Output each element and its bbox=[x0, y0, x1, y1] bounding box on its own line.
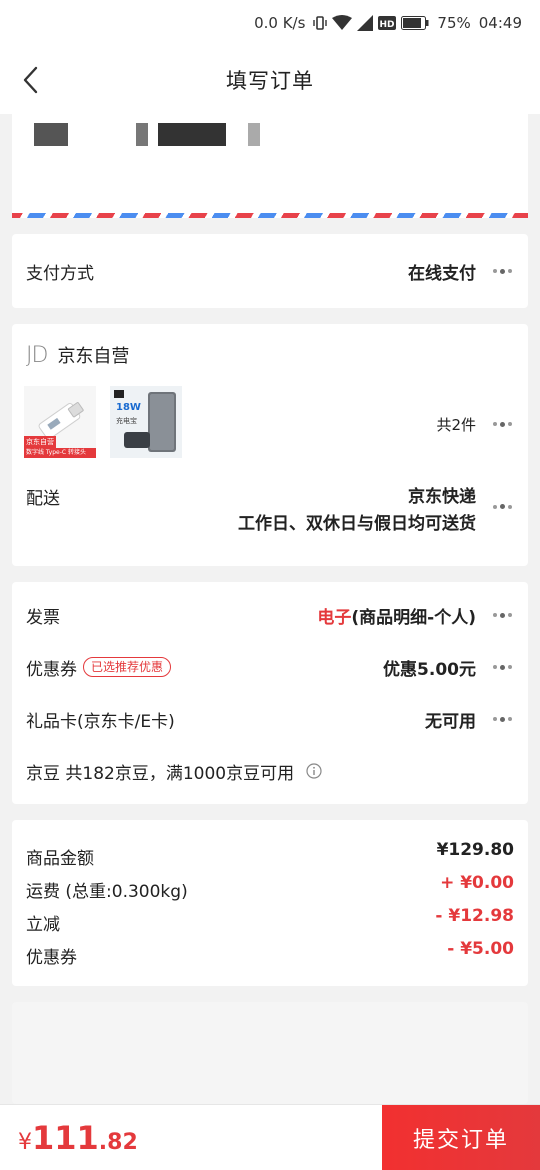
info-icon[interactable] bbox=[306, 763, 322, 779]
shipping-label: 运费 (总重:0.300kg) bbox=[26, 882, 188, 902]
redacted-block bbox=[34, 123, 68, 146]
signal-icon bbox=[357, 15, 374, 31]
more-dots-icon[interactable] bbox=[490, 612, 514, 618]
payment-value: 在线支付 bbox=[408, 263, 476, 284]
battery-level: 75% bbox=[437, 14, 471, 32]
network-speed: 0.0 K/s bbox=[254, 14, 306, 32]
chevron-left-icon bbox=[23, 66, 38, 94]
more-dots-icon[interactable] bbox=[490, 504, 514, 509]
coupon-label: 优惠券 bbox=[26, 659, 77, 680]
more-dots-icon[interactable] bbox=[490, 716, 514, 722]
status-bar: 0.0 K/s HD 75% 04:49 bbox=[0, 0, 540, 46]
airmail-stripe bbox=[12, 213, 528, 218]
wifi-icon bbox=[332, 15, 353, 30]
summary-coupon: 优惠券 - ¥5.00 bbox=[26, 939, 514, 968]
nav-bar: 填写订单 bbox=[0, 46, 540, 114]
gift-card-label: 礼品卡(京东卡/E卡) bbox=[26, 711, 175, 732]
jd-logo: JD bbox=[26, 342, 48, 368]
clock: 04:49 bbox=[478, 14, 522, 32]
svg-text:HD: HD bbox=[380, 20, 395, 30]
redacted-block bbox=[248, 123, 260, 146]
redacted-block bbox=[158, 123, 226, 146]
product-caption: 数字线 Type-C 转接头 bbox=[24, 448, 96, 458]
delivery-schedule: 工作日、双休日与假日均可送货 bbox=[238, 514, 476, 534]
more-dots-icon[interactable] bbox=[490, 268, 514, 274]
payment-label: 支付方式 bbox=[26, 263, 94, 284]
discount-amount: - ¥12.98 bbox=[435, 906, 514, 926]
blank-card bbox=[12, 1002, 528, 1104]
vibrate-icon bbox=[313, 16, 328, 30]
goods-label: 商品金额 bbox=[26, 849, 94, 869]
back-button[interactable] bbox=[14, 64, 46, 96]
coupon-badge: 已选推荐优惠 bbox=[83, 657, 172, 677]
coupon-row[interactable]: 优惠券 已选推荐优惠 优惠5.00元 bbox=[26, 654, 514, 680]
jd-self-badge: 京东自营 bbox=[24, 436, 56, 448]
total-decimal: .82 bbox=[98, 1130, 138, 1155]
summary-coupon-amount: - ¥5.00 bbox=[447, 939, 514, 959]
item-count: 共2件 bbox=[436, 415, 476, 434]
payment-card[interactable]: 支付方式 在线支付 bbox=[12, 234, 528, 308]
shop-card: JD 京东自营 京东自营 数字线 Type-C 转接头 18W 充电宝 共2件 bbox=[12, 324, 528, 566]
summary-goods: 商品金额 ¥129.80 bbox=[26, 840, 514, 869]
discount-label: 立减 bbox=[26, 915, 60, 935]
jingdou-row: 京豆 共182京豆，满1000京豆可用 bbox=[26, 758, 514, 784]
delivery-label: 配送 bbox=[26, 489, 60, 509]
redacted-block bbox=[136, 123, 148, 146]
summary-coupon-label: 优惠券 bbox=[26, 948, 77, 968]
invoice-detail: (商品明细-个人) bbox=[351, 607, 476, 628]
address-card[interactable] bbox=[12, 114, 528, 218]
order-total: ¥ 111 .82 bbox=[18, 1119, 138, 1157]
delivery-method: 京东快递 bbox=[408, 487, 476, 507]
status-icons: HD bbox=[313, 15, 429, 31]
gift-card-value: 无可用 bbox=[425, 711, 476, 732]
more-dots-icon[interactable] bbox=[490, 664, 514, 670]
bottom-bar: ¥ 111 .82 提交订单 bbox=[0, 1104, 540, 1170]
invoice-label: 发票 bbox=[26, 607, 60, 628]
invoice-value: 电子(商品明细-个人) bbox=[317, 603, 476, 628]
invoice-row[interactable]: 发票 电子(商品明细-个人) bbox=[26, 602, 514, 628]
page-title: 填写订单 bbox=[226, 69, 314, 93]
total-integer: 111 bbox=[32, 1119, 99, 1157]
battery-icon bbox=[401, 16, 429, 30]
gift-card-row[interactable]: 礼品卡(京东卡/E卡) 无可用 bbox=[26, 706, 514, 732]
jingdou-label: 京豆 共182京豆，满1000京豆可用 bbox=[26, 763, 295, 784]
summary-discount: 立减 - ¥12.98 bbox=[26, 906, 514, 935]
invoice-type: 电子 bbox=[317, 607, 352, 628]
delivery-info[interactable]: 京东快递 工作日、双休日与假日均可送货 bbox=[238, 484, 476, 538]
summary-card: 商品金额 ¥129.80 运费 (总重:0.300kg) + ¥0.00 立减 … bbox=[12, 820, 528, 986]
coupon-value: 优惠5.00元 bbox=[383, 659, 476, 680]
submit-order-button[interactable]: 提交订单 bbox=[382, 1105, 540, 1170]
currency-symbol: ¥ bbox=[18, 1130, 32, 1155]
more-dots-icon[interactable] bbox=[490, 421, 514, 427]
goods-amount: ¥129.80 bbox=[436, 840, 514, 860]
summary-shipping: 运费 (总重:0.300kg) + ¥0.00 bbox=[26, 873, 514, 902]
shipping-amount: + ¥0.00 bbox=[440, 873, 514, 893]
shop-name: 京东自营 bbox=[57, 346, 130, 367]
options-card: 发票 电子(商品明细-个人) 优惠券 已选推荐优惠 优惠5.00元 礼品卡(京东… bbox=[12, 582, 528, 804]
hd-icon: HD bbox=[378, 16, 397, 30]
